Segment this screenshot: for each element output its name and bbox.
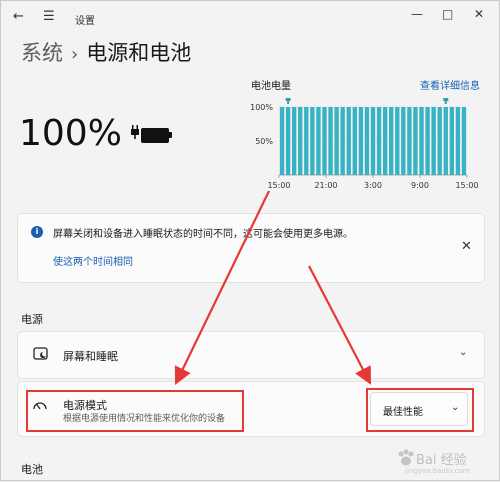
x-tick-label: 15:00 (267, 181, 290, 190)
chart-bar (291, 107, 297, 175)
y-tick-label: 100% (250, 103, 273, 112)
chart-bar (346, 107, 351, 175)
info-icon: i (31, 226, 43, 238)
screen-sleep-label: 屏幕和睡眠 (63, 350, 118, 363)
chart-bar (407, 107, 412, 175)
breadcrumb: 系统 › 电源和电池 (21, 37, 191, 67)
close-icon[interactable]: ✕ (461, 239, 472, 254)
chart-bar (443, 107, 448, 175)
battery-percent: 100% (19, 113, 122, 154)
watermark-url: jingyan.baidu.com (405, 467, 470, 475)
back-arrow-icon[interactable]: ← (13, 9, 24, 24)
chart-bar (304, 107, 309, 175)
chart-bar (389, 107, 394, 175)
menu-icon[interactable]: ☰ (43, 9, 55, 24)
screen-sleep-icon (33, 347, 48, 360)
chart-bar (328, 107, 333, 175)
charging-marker (443, 98, 449, 104)
section-battery: 电池 (21, 463, 43, 476)
settings-window: ← ☰ 设置 — □ ✕ 系统 › 电源和电池 100% 电池电量 查看详细信息 1… (0, 0, 500, 481)
title-bar: ← ☰ 设置 — □ ✕ (1, 1, 499, 35)
chart-bar (401, 107, 406, 175)
watermark-text: Bai 经验 (416, 453, 467, 468)
x-tick-label: 15:00 (455, 181, 478, 190)
chart-bar (437, 107, 442, 175)
chart-bar (352, 107, 357, 175)
chart-bar (340, 107, 345, 175)
chart-bar (316, 107, 321, 175)
chart-bar (419, 107, 424, 175)
chart-bar (455, 107, 461, 175)
chart-bar (370, 107, 376, 175)
chart-bar (322, 107, 327, 175)
breadcrumb-parent[interactable]: 系统 (21, 41, 63, 65)
highlight-box-select (366, 388, 474, 432)
page-title: 电源和电池 (86, 41, 192, 65)
battery-icon (141, 128, 169, 143)
chart-bar (310, 107, 315, 175)
chart-bar (298, 107, 303, 175)
chart-bar (382, 107, 388, 175)
x-tick-label: 9:00 (411, 181, 429, 190)
maximize-button[interactable]: □ (442, 7, 453, 21)
baidu-paw-logo-icon (398, 449, 414, 466)
info-card (17, 213, 485, 283)
charging-marker (285, 98, 291, 104)
breadcrumb-separator: › (71, 44, 79, 65)
chart-bar (425, 107, 430, 175)
battery-level-chart: 100% 50% 15:00 21:00 3:00 9:00 15:00 (250, 98, 479, 190)
charging-plug-icon (131, 125, 139, 139)
chart-bar (285, 107, 291, 175)
chevron-down-icon[interactable]: ⌄ (459, 347, 467, 358)
chart-bar (461, 107, 467, 175)
battery-tip (169, 132, 172, 138)
x-tick-label: 3:00 (364, 181, 382, 190)
chart-bar (376, 107, 382, 175)
section-power: 电源 (21, 313, 43, 326)
chart-bar (395, 107, 400, 175)
make-times-same-link[interactable]: 使这两个时间相同 (53, 253, 133, 268)
y-tick-label: 50% (255, 137, 273, 146)
window-title: 设置 (75, 16, 95, 27)
chart-bar (358, 107, 364, 175)
info-message: 屏幕关闭和设备进入睡眠状态的时间不同，这可能会使用更多电源。 (53, 229, 353, 240)
chart-bar (449, 107, 455, 175)
chart-bar (364, 107, 370, 175)
highlight-box-power-mode (26, 390, 244, 432)
chart-bar (413, 107, 418, 175)
chart-bar (334, 107, 339, 175)
chart-bar (431, 107, 436, 175)
close-window-button[interactable]: ✕ (474, 7, 484, 21)
minimize-button[interactable]: — (411, 7, 423, 21)
watermark: Bai 经验 (396, 449, 467, 468)
chart-bar (279, 107, 285, 175)
x-tick-label: 21:00 (314, 181, 337, 190)
